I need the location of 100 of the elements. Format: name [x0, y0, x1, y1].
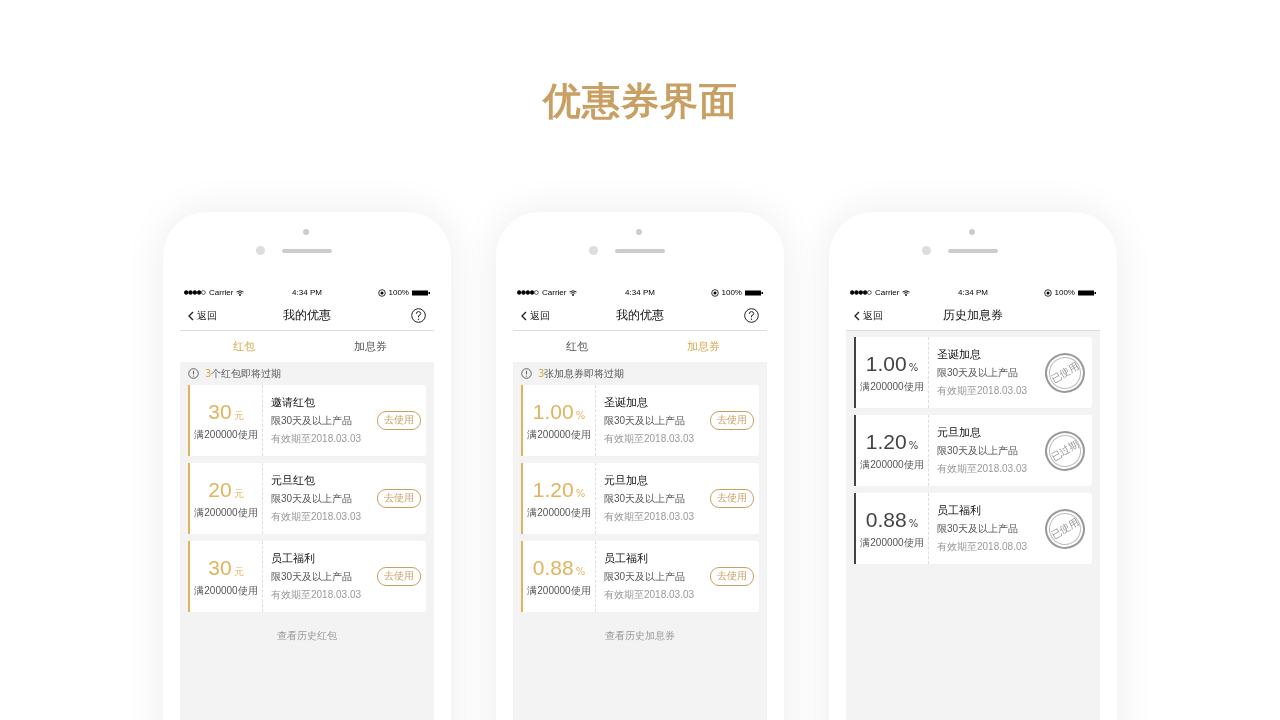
- chevron-left-icon: [188, 310, 194, 321]
- coupon-condition: 满200000使用: [860, 535, 924, 550]
- amount-unit: %: [908, 517, 919, 529]
- carrier-label: Carrier: [209, 288, 234, 297]
- coupon-name: 邀请红包: [271, 395, 316, 410]
- rotation-lock-icon: [1043, 288, 1052, 297]
- coupon-term: 限30天及以上产品: [271, 492, 354, 506]
- coupon-amount: 30: [208, 399, 232, 424]
- carrier-label: Carrier: [542, 288, 567, 297]
- amount-unit: %: [575, 487, 586, 499]
- coupon-amount: 1.20: [865, 429, 907, 454]
- coupon-name: 元旦红包: [271, 473, 316, 488]
- amount-unit: %: [575, 409, 586, 421]
- coupon-amount: 1.00: [865, 351, 907, 376]
- amount-unit: %: [908, 361, 919, 373]
- coupon-amount: 20: [208, 477, 232, 502]
- coupon-expiry: 有效期至2018.03.03: [271, 588, 363, 602]
- chevron-left-icon: [854, 310, 860, 321]
- back-button[interactable]: 返回: [188, 308, 238, 323]
- use-button[interactable]: 去使用: [377, 489, 421, 508]
- coupon-term: 限30天及以上产品: [604, 492, 687, 506]
- coupon-amount: 0.88: [865, 507, 907, 532]
- coupon-name: 员工福利: [604, 551, 649, 566]
- coupon-name: 圣诞加息: [937, 347, 982, 362]
- speaker-icon: [948, 249, 998, 253]
- speaker-icon: [282, 249, 332, 253]
- back-button[interactable]: 返回: [521, 308, 571, 323]
- speaker-icon: [615, 249, 665, 253]
- amount-unit: 元: [233, 564, 244, 579]
- coupon-term: 限30天及以上产品: [271, 414, 354, 428]
- coupon-term: 限30天及以上产品: [604, 570, 687, 584]
- coupon-expiry: 有效期至2018.03.03: [604, 588, 696, 602]
- coupon-term: 限30天及以上产品: [937, 522, 1020, 536]
- coupon-expiry: 有效期至2018.03.03: [604, 510, 696, 524]
- tab[interactable]: 红包: [513, 331, 640, 362]
- help-icon[interactable]: [411, 308, 426, 323]
- nav-title: 我的优惠: [616, 307, 664, 324]
- coupon-term: 限30天及以上产品: [937, 444, 1020, 458]
- coupon-expiry: 有效期至2018.03.03: [604, 432, 696, 446]
- use-button[interactable]: 去使用: [710, 567, 754, 586]
- expiry-notice: 3张加息券即将过期: [538, 366, 625, 381]
- use-button[interactable]: 去使用: [710, 411, 754, 430]
- coupon-term: 限30天及以上产品: [937, 366, 1020, 380]
- coupon-name: 员工福利: [271, 551, 316, 566]
- use-button[interactable]: 去使用: [377, 567, 421, 586]
- nav-title: 我的优惠: [283, 307, 331, 324]
- battery-icon: [412, 289, 430, 296]
- wifi-icon: [902, 289, 911, 296]
- signal-icon: [184, 290, 206, 295]
- sensor-icon: [256, 246, 265, 255]
- coupon-condition: 满200000使用: [527, 427, 591, 442]
- coupon-condition: 满200000使用: [527, 505, 591, 520]
- use-button[interactable]: 去使用: [710, 489, 754, 508]
- coupon-condition: 满200000使用: [194, 583, 258, 598]
- history-link[interactable]: 查看历史红包: [277, 630, 337, 643]
- chevron-left-icon: [521, 310, 527, 321]
- coupon-amount: 1.00: [532, 399, 574, 424]
- amount-unit: 元: [233, 408, 244, 423]
- wifi-icon: [569, 289, 578, 296]
- carrier-label: Carrier: [875, 288, 900, 297]
- coupon-expiry: 有效期至2018.08.03: [937, 540, 1029, 554]
- info-icon: [188, 368, 199, 379]
- coupon-name: 元旦加息: [604, 473, 649, 488]
- signal-icon: [850, 290, 872, 295]
- amount-unit: %: [575, 565, 586, 577]
- signal-icon: [517, 290, 539, 295]
- history-link[interactable]: 查看历史加息券: [605, 630, 675, 643]
- back-button[interactable]: 返回: [854, 308, 904, 323]
- status-time: 4:34 PM: [292, 288, 322, 297]
- coupon-expiry: 有效期至2018.03.03: [937, 384, 1029, 398]
- rotation-lock-icon: [710, 288, 719, 297]
- coupon-term: 限30天及以上产品: [271, 570, 354, 584]
- coupon-amount: 30: [208, 555, 232, 580]
- tab[interactable]: 加息券: [307, 331, 434, 362]
- use-button[interactable]: 去使用: [377, 411, 421, 430]
- coupon-condition: 满200000使用: [527, 583, 591, 598]
- sensor-icon: [922, 246, 931, 255]
- coupon-condition: 满200000使用: [860, 379, 924, 394]
- camera-icon: [303, 229, 309, 235]
- coupon-name: 元旦加息: [937, 425, 982, 440]
- wifi-icon: [236, 289, 245, 296]
- coupon-condition: 满200000使用: [194, 505, 258, 520]
- coupon-expiry: 有效期至2018.03.03: [937, 462, 1029, 476]
- battery-percent: 100%: [721, 288, 742, 297]
- coupon-name: 员工福利: [937, 503, 982, 518]
- nav-title: 历史加息券: [943, 307, 1003, 324]
- status-time: 4:34 PM: [958, 288, 988, 297]
- battery-percent: 100%: [388, 288, 409, 297]
- coupon-name: 圣诞加息: [604, 395, 649, 410]
- coupon-amount: 0.88: [532, 555, 574, 580]
- coupon-condition: 满200000使用: [194, 427, 258, 442]
- status-time: 4:34 PM: [625, 288, 655, 297]
- expiry-notice: 3个红包即将过期: [205, 366, 282, 381]
- battery-icon: [1078, 289, 1096, 296]
- help-icon[interactable]: [744, 308, 759, 323]
- battery-percent: 100%: [1054, 288, 1075, 297]
- coupon-expiry: 有效期至2018.03.03: [271, 510, 363, 524]
- amount-unit: %: [908, 439, 919, 451]
- info-icon: [521, 368, 532, 379]
- amount-unit: 元: [233, 486, 244, 501]
